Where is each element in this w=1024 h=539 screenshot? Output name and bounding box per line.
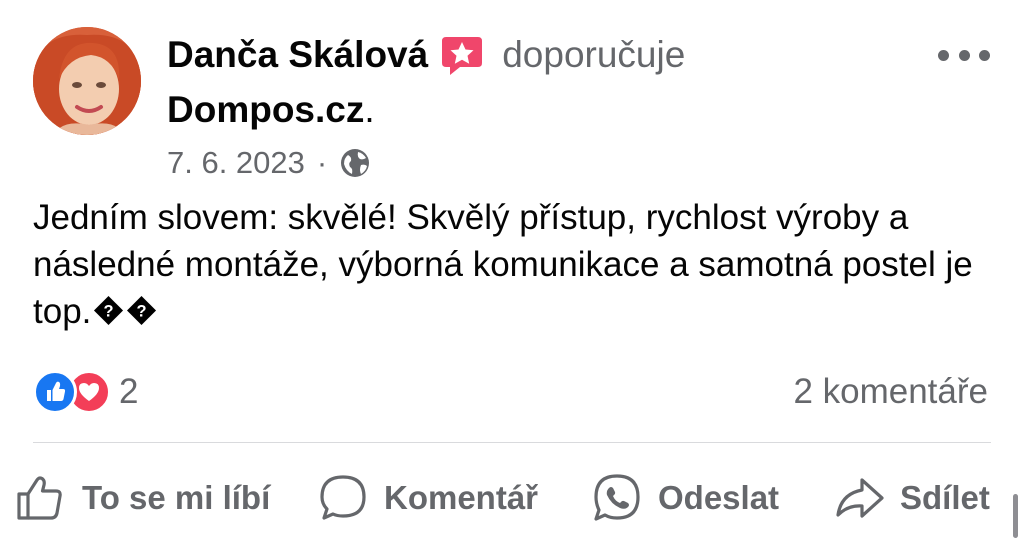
more-options-icon[interactable]: [938, 40, 990, 70]
page-name[interactable]: Dompos.cz: [167, 89, 364, 131]
like-label: To se mi líbí: [82, 479, 271, 516]
action-bar: To se mi líbí Komentář Odeslat Sdílet: [0, 468, 1024, 528]
question-diamond-icon: ?: [94, 295, 124, 326]
send-label: Odeslat: [658, 479, 780, 516]
post-body: Jedním slovem: skvělé! Skvělý přístup, r…: [33, 194, 998, 335]
whatsapp-icon: [594, 474, 640, 521]
facebook-post: Danča Skálová doporučuje Dompos.cz . 7. …: [0, 0, 1024, 539]
avatar-image: [33, 27, 141, 135]
globe-icon: [341, 149, 370, 177]
star-badge-icon: [440, 33, 484, 77]
post-meta: 7. 6. 2023 ·: [167, 142, 371, 184]
comments-count[interactable]: 2 komentáře: [793, 369, 988, 415]
like-reaction-icon: [33, 370, 77, 414]
reaction-count: 2: [119, 372, 139, 411]
meta-separator: ·: [316, 145, 328, 180]
avatar[interactable]: [33, 27, 141, 135]
share-arrow-icon: [836, 478, 884, 518]
thumbs-up-icon: [17, 476, 62, 520]
send-button[interactable]: Odeslat: [590, 468, 779, 528]
question-diamond-icon: ?: [127, 295, 157, 326]
header-period: .: [364, 89, 375, 130]
reaction-summary[interactable]: 2: [33, 369, 138, 415]
svg-text:?: ?: [137, 302, 147, 320]
like-button[interactable]: To se mi líbí: [14, 468, 270, 528]
recommend-verb: doporučuje: [502, 34, 686, 75]
comment-icon: [320, 475, 366, 520]
comment-label: Komentář: [384, 479, 539, 516]
author-name[interactable]: Danča Skálová: [167, 34, 428, 76]
divider: [33, 442, 991, 443]
comment-button[interactable]: Komentář: [316, 468, 538, 528]
share-label: Sdílet: [900, 479, 990, 516]
post-header: Danča Skálová doporučuje: [167, 30, 685, 80]
svg-text:?: ?: [104, 302, 114, 320]
post-text: Jedním slovem: skvělé! Skvělý přístup, r…: [33, 198, 973, 331]
share-button[interactable]: Sdílet: [832, 468, 990, 528]
scrollbar[interactable]: [1013, 494, 1018, 538]
post-header-target: Dompos.cz .: [167, 86, 375, 134]
post-date[interactable]: 7. 6. 2023: [167, 145, 305, 181]
